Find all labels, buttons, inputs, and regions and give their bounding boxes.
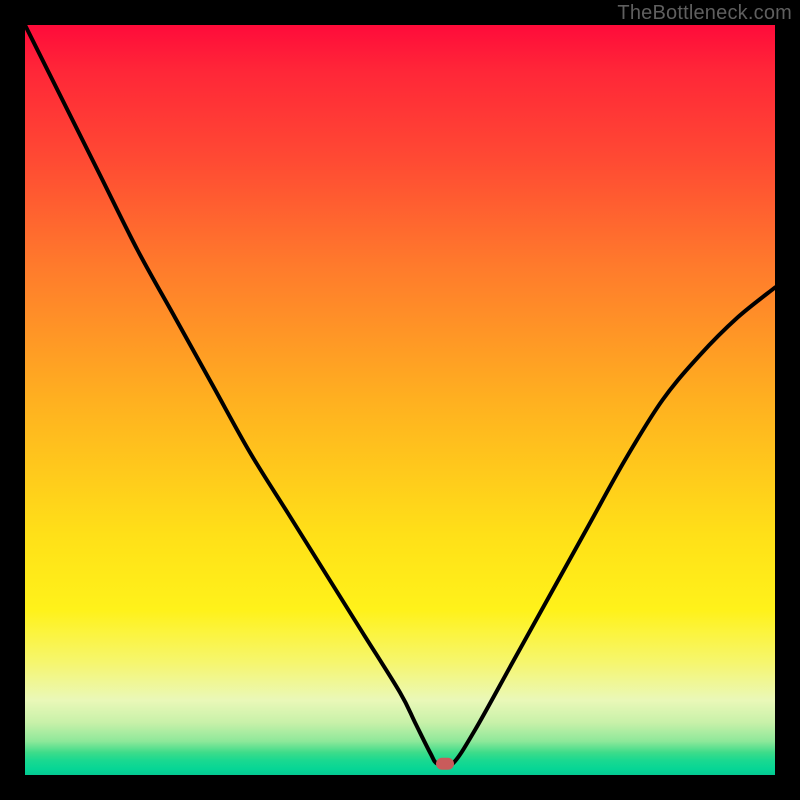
min-marker [436, 758, 454, 770]
curve-layer [25, 25, 775, 775]
watermark-text: TheBottleneck.com [617, 2, 792, 25]
chart-frame: TheBottleneck.com [0, 0, 800, 800]
plot-area [25, 25, 775, 775]
bottleneck-curve [25, 25, 775, 767]
